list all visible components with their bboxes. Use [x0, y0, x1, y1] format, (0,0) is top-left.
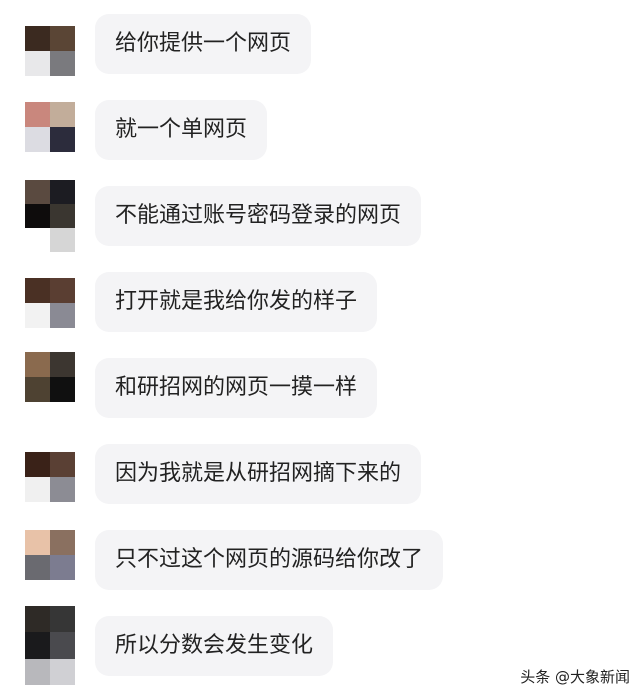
avatar-pixel	[50, 377, 75, 402]
avatar-pixel	[25, 26, 50, 51]
avatar-pixel	[50, 102, 75, 127]
avatar[interactable]	[25, 180, 75, 252]
avatar[interactable]	[25, 530, 75, 580]
avatar[interactable]	[25, 26, 75, 76]
chat-message-list: 给你提供一个网页 就一个单网页 不能通过账号密码登录的网页 打开就是我给你发的样…	[0, 0, 640, 695]
avatar-pixel	[25, 377, 50, 402]
avatar-pixel	[50, 606, 75, 633]
avatar-pixel	[50, 51, 75, 76]
chat-message: 因为我就是从研招网摘下来的	[0, 444, 640, 524]
avatar-pixel	[25, 127, 50, 152]
avatar-pixel	[25, 555, 50, 580]
avatar[interactable]	[25, 278, 75, 328]
message-bubble[interactable]: 只不过这个网页的源码给你改了	[95, 530, 444, 590]
message-bubble[interactable]: 打开就是我给你发的样子	[95, 272, 378, 332]
avatar[interactable]	[25, 606, 75, 685]
avatar-pixel	[25, 352, 50, 377]
avatar-pixel	[25, 51, 50, 76]
avatar-pixel	[25, 632, 50, 659]
message-bubble[interactable]: 就一个单网页	[95, 100, 268, 160]
watermark: 头条 @大象新闻	[520, 668, 630, 686]
avatar-pixel	[25, 204, 50, 228]
avatar-pixel	[50, 352, 75, 377]
avatar-pixel	[25, 180, 50, 204]
avatar-pixel	[25, 452, 50, 477]
message-bubble[interactable]: 不能通过账号密码登录的网页	[95, 186, 422, 246]
message-bubble[interactable]: 给你提供一个网页	[95, 14, 312, 74]
avatar-pixel	[25, 303, 50, 328]
chat-message: 和研招网的网页一摸一样	[0, 352, 640, 438]
avatar-pixel	[50, 658, 75, 685]
avatar-pixel	[50, 477, 75, 502]
avatar-pixel	[25, 530, 50, 555]
avatar-pixel	[25, 278, 50, 303]
avatar-pixel	[50, 204, 75, 228]
avatar-pixel	[25, 477, 50, 502]
avatar-pixel	[25, 228, 50, 252]
chat-message: 就一个单网页	[0, 100, 640, 180]
avatar-pixel	[50, 555, 75, 580]
avatar[interactable]	[25, 452, 75, 502]
avatar-pixel	[50, 530, 75, 555]
avatar-pixel	[25, 658, 50, 685]
avatar-pixel	[50, 180, 75, 204]
avatar[interactable]	[25, 352, 75, 402]
avatar-pixel	[50, 632, 75, 659]
avatar[interactable]	[25, 102, 75, 152]
avatar-pixel	[50, 127, 75, 152]
chat-message: 打开就是我给你发的样子	[0, 272, 640, 352]
message-bubble[interactable]: 和研招网的网页一摸一样	[95, 358, 378, 418]
avatar-pixel	[25, 102, 50, 127]
avatar-pixel	[50, 278, 75, 303]
avatar-pixel	[50, 26, 75, 51]
message-bubble[interactable]: 因为我就是从研招网摘下来的	[95, 444, 422, 504]
chat-message: 给你提供一个网页	[0, 14, 640, 94]
chat-message: 只不过这个网页的源码给你改了	[0, 530, 640, 610]
chat-message: 不能通过账号密码登录的网页	[0, 180, 640, 266]
avatar-pixel	[50, 452, 75, 477]
avatar-pixel	[50, 228, 75, 252]
message-bubble[interactable]: 所以分数会发生变化	[95, 616, 334, 676]
avatar-pixel	[25, 606, 50, 633]
avatar-pixel	[50, 303, 75, 328]
